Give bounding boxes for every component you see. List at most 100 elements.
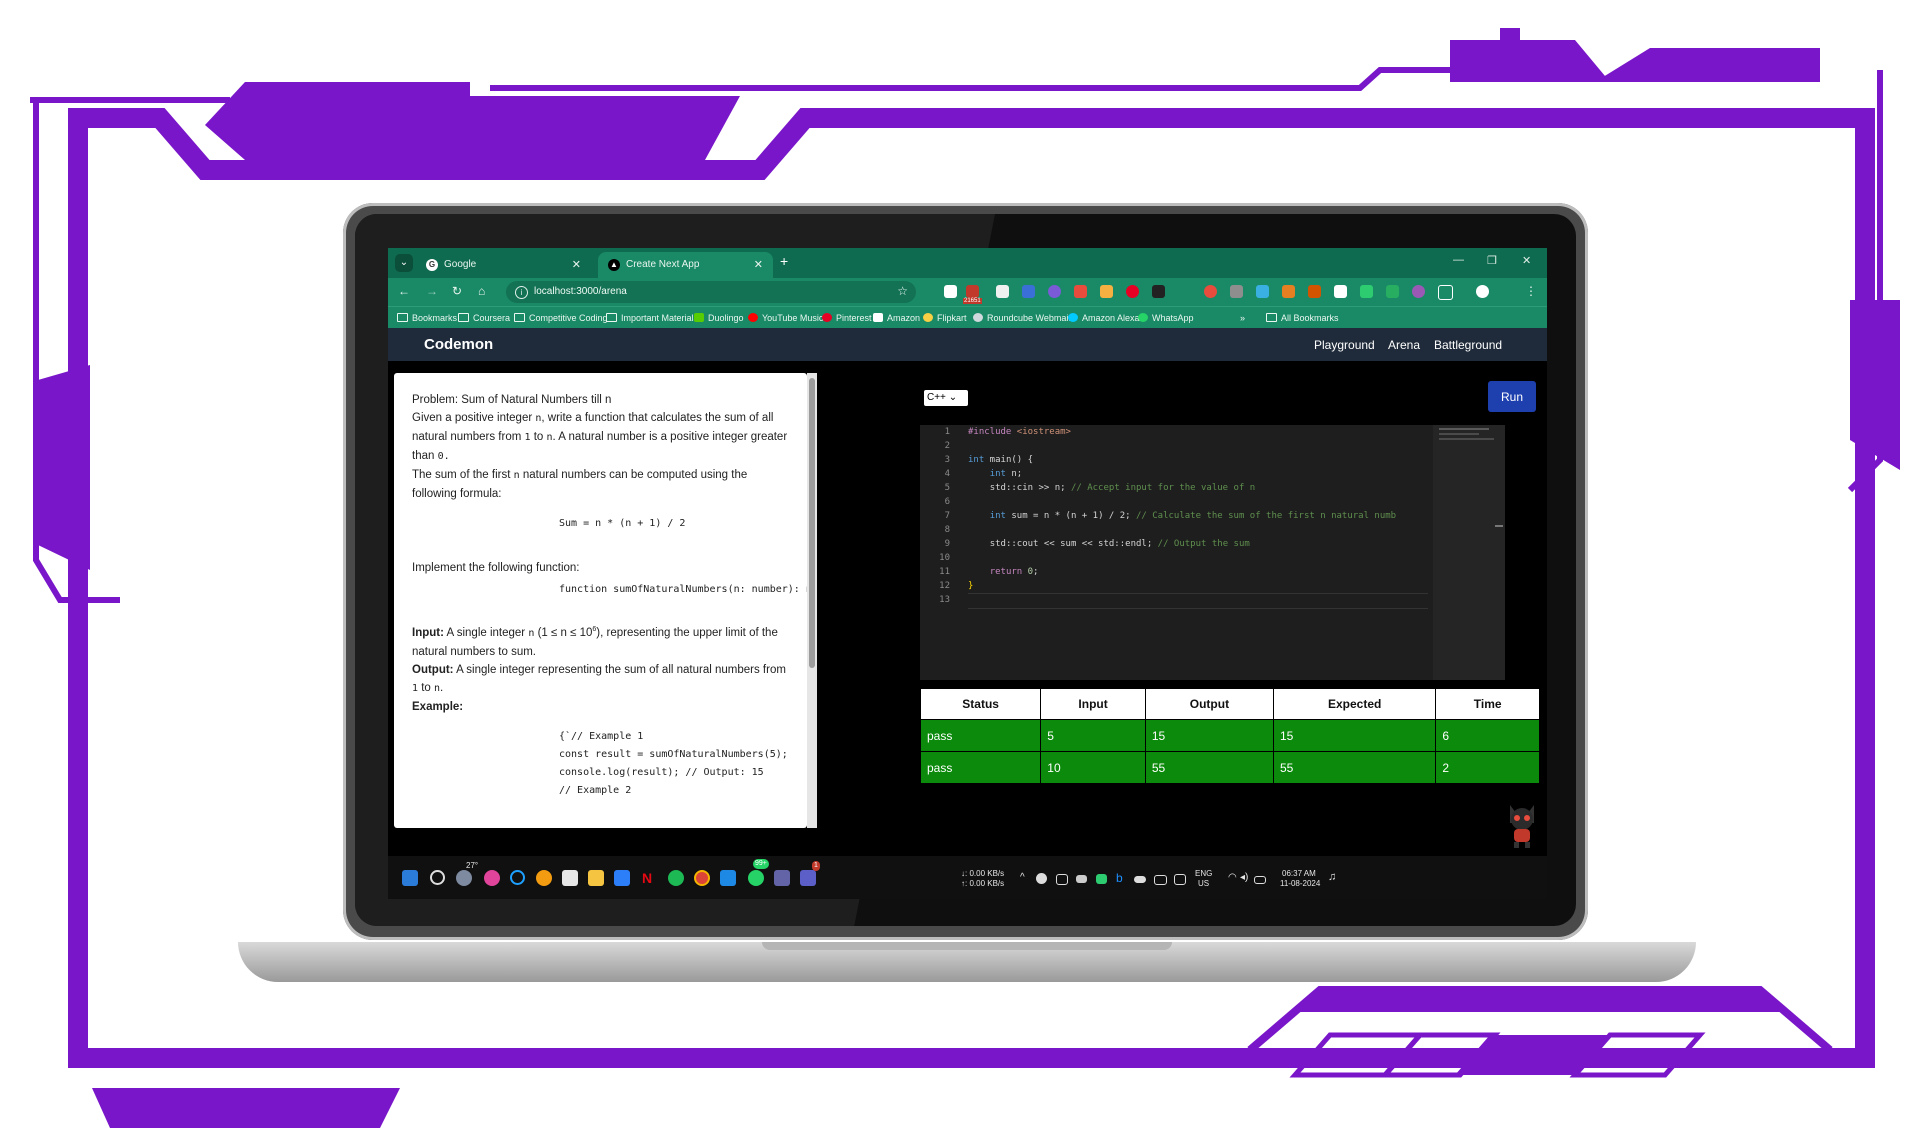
browser-menu-icon[interactable]: ⋮ xyxy=(1525,284,1537,298)
extension-icon[interactable] xyxy=(944,285,957,298)
tray-icon[interactable] xyxy=(1096,874,1107,884)
tray-icon[interactable] xyxy=(1036,873,1047,884)
clock-date[interactable]: 11-08-2024 xyxy=(1280,879,1320,889)
home-button[interactable]: ⌂ xyxy=(478,284,485,298)
photos-icon[interactable] xyxy=(614,870,630,886)
clock-time[interactable]: 06:37 AM xyxy=(1282,869,1316,879)
code-area[interactable]: #include <iostream> int main() { int n; … xyxy=(968,425,1428,609)
wifi-icon[interactable]: ◠ xyxy=(1228,873,1237,883)
teams-icon[interactable] xyxy=(774,870,790,886)
search-icon[interactable] xyxy=(430,870,445,885)
adblock-icon[interactable] xyxy=(1204,285,1217,298)
nav-arena[interactable]: Arena xyxy=(1388,338,1420,352)
profile-avatar[interactable] xyxy=(1476,285,1489,298)
vscode-icon[interactable] xyxy=(720,870,736,886)
app-icon[interactable] xyxy=(536,870,552,886)
bookmark-item[interactable]: Bookmarks xyxy=(397,311,457,325)
chrome-icon[interactable] xyxy=(694,870,710,886)
back-button[interactable]: ← xyxy=(398,284,410,298)
tray-icon[interactable] xyxy=(1056,874,1068,885)
extension-icon[interactable] xyxy=(1022,285,1035,298)
column-header: Status xyxy=(919,688,1042,720)
keyboard-icon[interactable] xyxy=(1154,875,1167,885)
bookmark-item[interactable]: Duolingo xyxy=(694,311,744,325)
bookmark-item[interactable]: WhatsApp xyxy=(1138,311,1194,325)
extension-icon[interactable] xyxy=(996,285,1009,298)
bookmark-item[interactable]: Competitive Coding xyxy=(514,311,608,325)
bookmark-item[interactable]: Pinterest xyxy=(822,311,872,325)
volume-icon[interactable]: ◂) xyxy=(1240,873,1248,883)
bing-icon[interactable]: b xyxy=(1116,870,1132,886)
netflix-icon[interactable]: N xyxy=(642,870,658,886)
whatsapp-icon[interactable] xyxy=(748,870,764,886)
code-editor[interactable]: 1 2 3 4 5 6 7 8 9 10 11 12 13 #include <… xyxy=(920,425,1505,680)
weather-icon[interactable] xyxy=(456,870,472,886)
bookmark-item[interactable]: Amazon Alexa xyxy=(1068,311,1140,325)
battery-icon[interactable] xyxy=(1254,876,1266,884)
file-explorer-icon[interactable] xyxy=(588,870,604,886)
language-select[interactable]: C++ ⌄ xyxy=(924,390,968,406)
forward-button[interactable]: → xyxy=(426,284,438,298)
brand-logo[interactable]: Codemon xyxy=(424,336,493,353)
start-icon[interactable] xyxy=(402,870,418,886)
extension-icon[interactable] xyxy=(1178,285,1191,298)
teams-work-icon[interactable] xyxy=(800,870,816,886)
bookmark-item[interactable]: Amazon xyxy=(873,311,920,325)
extension-icon[interactable] xyxy=(1308,285,1321,298)
spotify-icon[interactable] xyxy=(668,870,684,886)
copilot-icon[interactable] xyxy=(484,870,500,886)
close-icon[interactable]: ✕ xyxy=(754,252,763,278)
extension-icon[interactable] xyxy=(1256,285,1269,298)
onedrive-icon[interactable] xyxy=(1134,876,1146,883)
minimize-button[interactable]: — xyxy=(1453,254,1464,266)
bookmark-item[interactable]: Flipkart xyxy=(923,311,967,325)
address-bar[interactable]: i localhost:3000/arena ☆ xyxy=(506,281,916,303)
extension-icon[interactable] xyxy=(1360,285,1373,298)
bookmark-star-icon[interactable]: ☆ xyxy=(897,284,908,298)
extension-icon[interactable] xyxy=(1100,285,1113,298)
run-button[interactable]: Run xyxy=(1488,381,1536,412)
tab-create-next-app[interactable]: ▲ Create Next App ✕ xyxy=(598,252,773,278)
tab-google[interactable]: G Google ✕ xyxy=(416,252,591,278)
chevron-up-icon[interactable]: ^ xyxy=(1020,873,1025,883)
language-indicator[interactable]: ENG xyxy=(1195,869,1212,879)
reload-button[interactable]: ↻ xyxy=(452,284,462,298)
close-icon[interactable]: ✕ xyxy=(572,252,581,278)
extension-icon[interactable] xyxy=(1334,285,1347,298)
results-table: Status Input Output Expected Time pass 5… xyxy=(919,688,1540,784)
bookmark-item[interactable]: Coursera xyxy=(458,311,510,325)
tab-search-button[interactable]: ⌄ xyxy=(395,254,413,272)
region-indicator[interactable]: US xyxy=(1198,879,1209,889)
extension-icon[interactable] xyxy=(1230,285,1243,298)
tray-icon[interactable] xyxy=(1076,875,1087,883)
nav-playground[interactable]: Playground xyxy=(1314,338,1375,352)
extensions-puzzle-icon[interactable] xyxy=(1438,285,1453,300)
extension-icon[interactable] xyxy=(1282,285,1295,298)
bookmark-item[interactable]: Important Materials xyxy=(606,311,698,325)
extension-icon[interactable] xyxy=(1386,285,1399,298)
new-tab-button[interactable]: + xyxy=(780,253,788,269)
nav-battleground[interactable]: Battleground xyxy=(1434,338,1502,352)
network-download-speed: ↓: 0.00 KB/s xyxy=(961,869,1005,878)
all-bookmarks-button[interactable]: All Bookmarks xyxy=(1266,311,1339,325)
extension-icon[interactable] xyxy=(1074,285,1087,298)
cortana-icon[interactable] xyxy=(510,870,525,885)
more-bookmarks-button[interactable]: » xyxy=(1240,311,1245,325)
calendar-icon[interactable] xyxy=(562,870,578,886)
extension-icon[interactable] xyxy=(966,285,979,298)
bookmark-item[interactable]: YouTube Music xyxy=(748,311,823,325)
extension-icon[interactable] xyxy=(1152,285,1165,298)
site-info-icon[interactable]: i xyxy=(515,286,528,299)
extension-icon[interactable] xyxy=(1048,285,1061,298)
pinterest-extension-icon[interactable] xyxy=(1126,285,1139,298)
restore-button[interactable]: ❐ xyxy=(1487,254,1497,267)
window-close-button[interactable]: ✕ xyxy=(1522,254,1531,267)
status-cell: pass xyxy=(919,751,1042,784)
bookmark-item[interactable]: Roundcube Webmai... xyxy=(973,311,1076,325)
editor-minimap[interactable] xyxy=(1433,425,1505,680)
tray-icon[interactable] xyxy=(1174,874,1186,885)
extension-icon[interactable] xyxy=(1412,285,1425,298)
chevron-down-icon: ⌄ xyxy=(948,392,958,403)
problem-scrollbar-thumb[interactable] xyxy=(809,378,815,668)
bell-icon[interactable]: ♫ xyxy=(1328,872,1336,883)
